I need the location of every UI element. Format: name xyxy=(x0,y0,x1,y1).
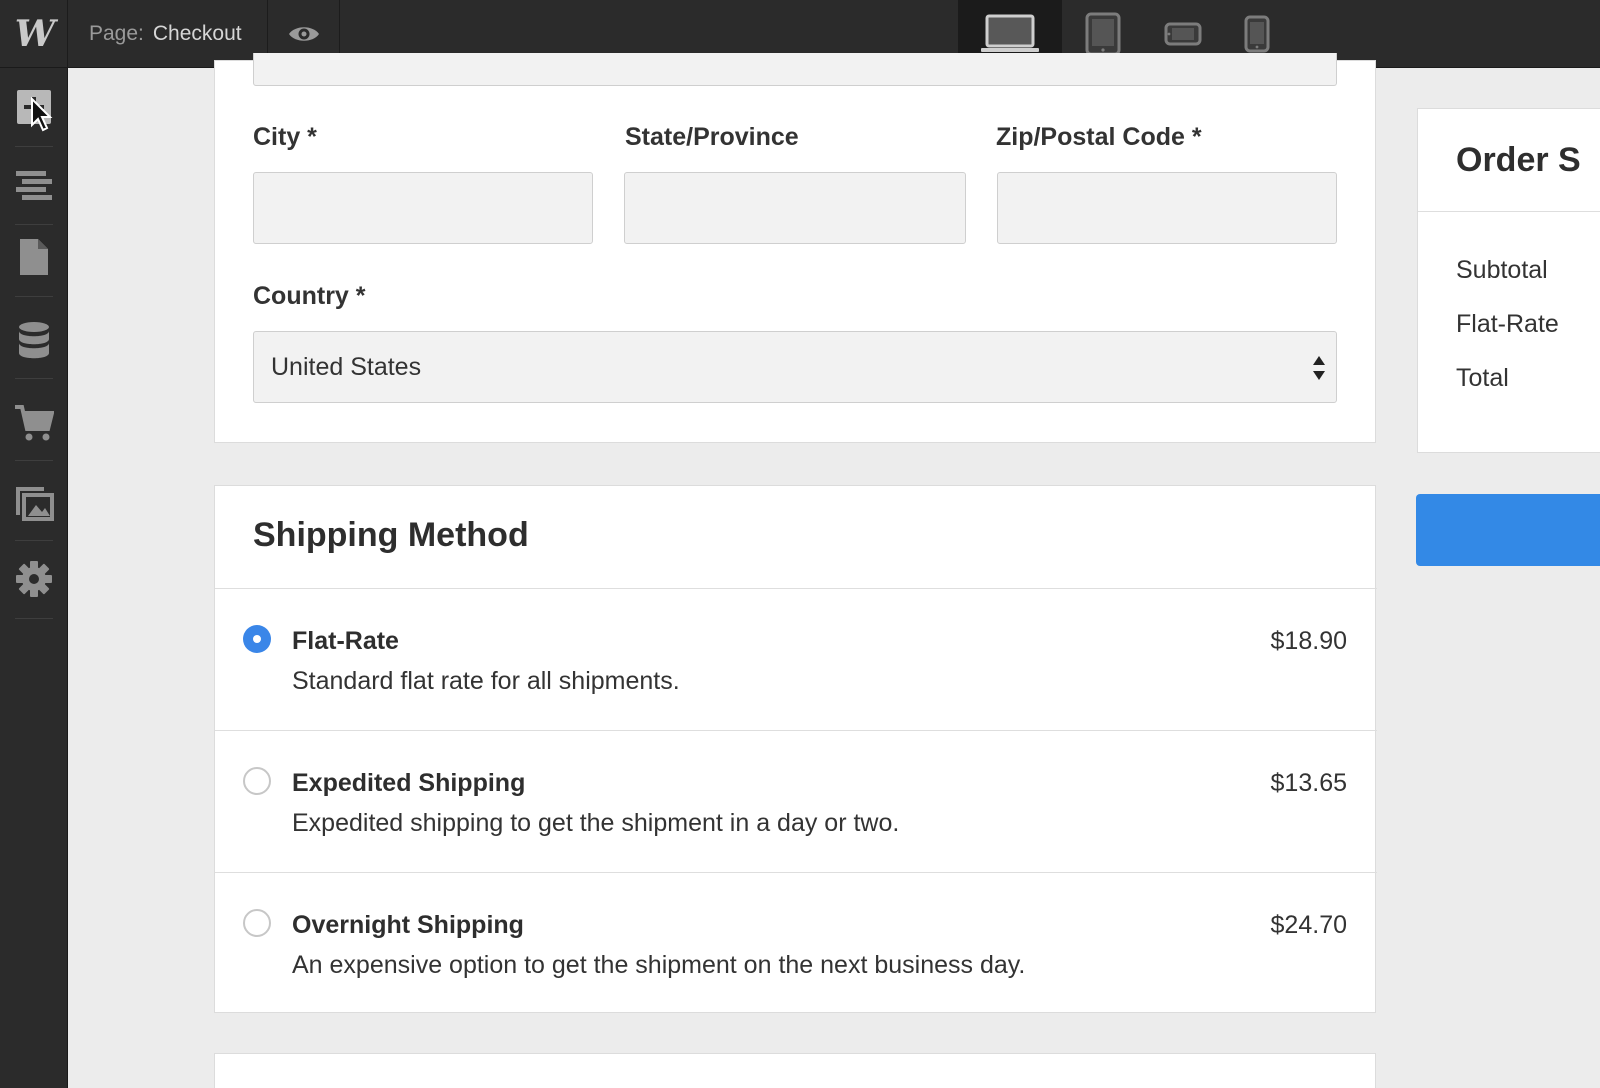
page-prefix: Page: xyxy=(89,22,144,45)
shipping-method-section: Shipping Method Flat-Rate Standard flat … xyxy=(214,485,1377,1014)
shipping-option[interactable]: Flat-Rate Standard flat rate for all shi… xyxy=(215,588,1377,730)
subtotal-label: Subtotal xyxy=(1456,256,1548,284)
page-name: Checkout xyxy=(152,22,242,45)
shipping-option-price: $18.90 xyxy=(1270,627,1347,655)
navigator-button[interactable] xyxy=(0,146,68,224)
left-toolbar xyxy=(0,68,68,1088)
country-select[interactable]: United States xyxy=(253,331,1337,403)
phone-landscape-icon xyxy=(1164,22,1202,46)
state-input[interactable] xyxy=(624,172,966,244)
payment-section xyxy=(214,1053,1376,1088)
laptop-icon xyxy=(981,14,1039,52)
mouse-cursor xyxy=(31,97,53,132)
radio-button[interactable] xyxy=(243,767,271,795)
cms-button[interactable] xyxy=(0,302,68,380)
shipping-option-description: Standard flat rate for all shipments. xyxy=(292,667,680,695)
webflow-logo[interactable]: W xyxy=(0,0,68,68)
logo-text: W xyxy=(14,13,55,55)
shipping-option-description: An expensive option to get the shipment … xyxy=(292,951,1026,979)
city-label: City * xyxy=(253,123,317,151)
page-selector[interactable]: Page: Checkout xyxy=(68,0,268,68)
shipping-option[interactable]: Overnight Shipping An expensive option t… xyxy=(215,872,1377,1014)
shipping-option-name: Overnight Shipping xyxy=(292,911,524,939)
cart-icon xyxy=(15,405,54,441)
divider xyxy=(1418,211,1600,212)
shipping-option-description: Expedited shipping to get the shipment i… xyxy=(292,809,900,837)
shipping-method-title: Shipping Method xyxy=(253,516,529,554)
country-value: United States xyxy=(271,352,422,381)
shipping-line-label: Flat-Rate xyxy=(1456,310,1559,338)
gear-icon xyxy=(16,561,52,597)
order-summary-section: Order S Subtotal Flat-Rate Total xyxy=(1417,108,1600,453)
shipping-option-price: $24.70 xyxy=(1270,911,1347,939)
shipping-option[interactable]: Expedited Shipping Expedited shipping to… xyxy=(215,730,1377,872)
assets-button[interactable] xyxy=(0,464,68,542)
pages-button[interactable] xyxy=(0,218,68,296)
total-label: Total xyxy=(1456,364,1509,392)
shipping-option-name: Flat-Rate xyxy=(292,627,399,655)
shipping-option-price: $13.65 xyxy=(1270,769,1347,797)
images-icon xyxy=(16,487,54,521)
tablet-icon xyxy=(1085,12,1121,56)
select-arrows-icon xyxy=(1313,356,1325,380)
place-order-button[interactable] xyxy=(1416,494,1600,566)
city-input[interactable] xyxy=(253,172,593,244)
radio-button[interactable] xyxy=(243,909,271,937)
state-label: State/Province xyxy=(625,123,799,151)
country-label: Country * xyxy=(253,282,366,310)
navigator-icon xyxy=(16,171,52,200)
database-icon xyxy=(19,322,49,359)
shipping-option-name: Expedited Shipping xyxy=(292,769,526,797)
zip-input[interactable] xyxy=(997,172,1337,244)
address-section: City * State/Province Zip/Postal Code * … xyxy=(214,53,1376,443)
settings-button[interactable] xyxy=(0,540,68,618)
ecommerce-button[interactable] xyxy=(0,384,68,462)
eye-icon xyxy=(288,27,319,41)
page-icon xyxy=(20,239,48,275)
zip-label: Zip/Postal Code * xyxy=(996,123,1202,151)
radio-button-selected[interactable] xyxy=(243,625,271,653)
street-address-input[interactable] xyxy=(253,53,1337,86)
order-summary-title: Order S xyxy=(1456,141,1581,179)
phone-portrait-icon xyxy=(1244,15,1270,53)
